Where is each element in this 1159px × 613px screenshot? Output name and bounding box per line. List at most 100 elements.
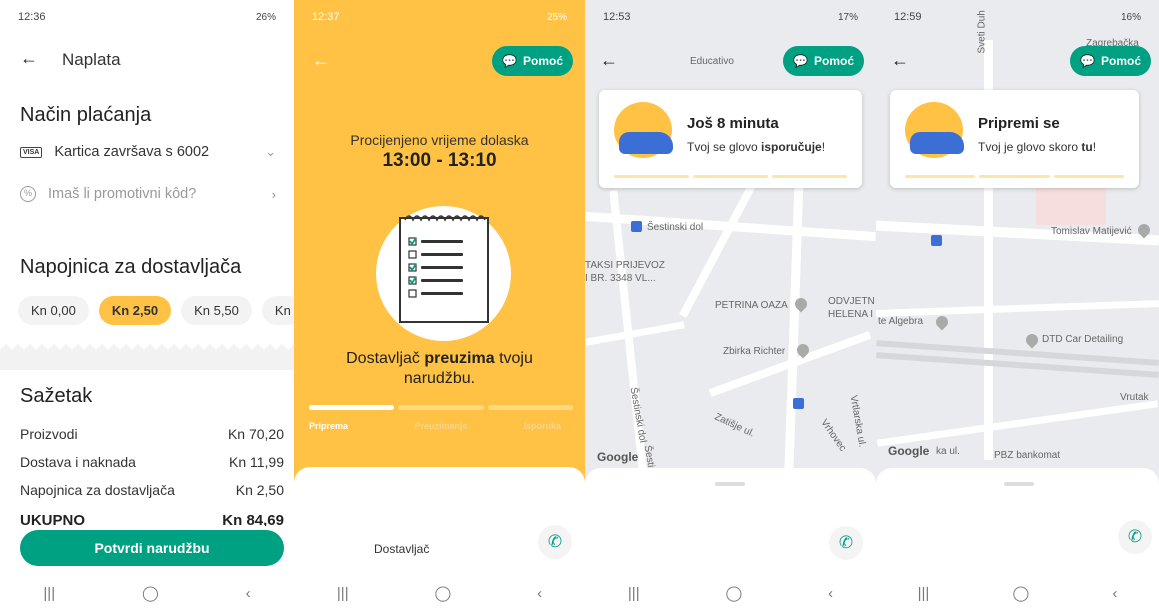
back-icon[interactable]: ‹ bbox=[828, 585, 833, 602]
map-label: Vrtlarska ul. bbox=[847, 394, 868, 449]
phone-icon[interactable]: ✆ bbox=[1118, 520, 1152, 554]
back-icon[interactable]: ‹ bbox=[1112, 585, 1117, 602]
card-subtitle-post: ! bbox=[821, 140, 826, 154]
chevron-right-icon: › bbox=[271, 186, 276, 202]
tip-option-selected[interactable]: Kn 2,50 bbox=[98, 296, 172, 325]
progress-step bbox=[487, 405, 573, 410]
tracking-map-screen: Educativo Šestinski dol TAKSI PRIJEVOZ I… bbox=[585, 0, 876, 613]
confirm-order-button[interactable]: Potvrdi narudžbu bbox=[20, 530, 284, 566]
summary-value: Kn 11,99 bbox=[228, 454, 284, 470]
progress-step bbox=[1053, 175, 1124, 178]
recent-apps-icon[interactable]: ||| bbox=[43, 585, 55, 602]
total-row: UKUPNO Kn 84,69 bbox=[20, 512, 284, 526]
help-button[interactable]: 💬 Pomoć bbox=[783, 46, 864, 76]
battery-level: 17% bbox=[837, 11, 858, 23]
payment-heading: Način plaćanja bbox=[20, 104, 152, 126]
map-label: Zatišje ul. bbox=[712, 411, 757, 440]
help-label: Pomoć bbox=[522, 54, 563, 68]
back-icon[interactable]: ‹ bbox=[246, 585, 251, 602]
home-icon[interactable]: ◯ bbox=[142, 584, 159, 602]
delivery-status-card: Još 8 minuta Tvoj se glovo isporučuje! bbox=[599, 90, 862, 188]
status-bar: 12:53 17% bbox=[585, 0, 876, 34]
map-label: Tomislav Matijević bbox=[1051, 226, 1132, 237]
step-label: Priprema bbox=[309, 421, 349, 431]
promo-code-row[interactable]: % Imaš li promotivni kôd? › bbox=[20, 186, 276, 202]
android-nav-bar: ||| ◯ ‹ bbox=[294, 573, 585, 613]
status-message-bold: preuzima bbox=[424, 350, 495, 367]
map-label: Educativo bbox=[690, 56, 734, 67]
card-subtitle: Tvoj se glovo isporučuje! bbox=[687, 140, 825, 154]
map-label: ODVJETN bbox=[828, 296, 875, 307]
google-logo: Google bbox=[888, 444, 930, 458]
back-arrow-icon[interactable]: ← bbox=[20, 48, 38, 69]
chat-icon: 💬 bbox=[502, 54, 517, 68]
tip-option[interactable]: Kn 0,00 bbox=[18, 296, 89, 325]
bus-stop-icon bbox=[631, 221, 642, 232]
card-label: Kartica završava s 6002 bbox=[54, 144, 210, 160]
total-value: Kn 84,69 bbox=[222, 512, 284, 526]
phone-icon[interactable]: ✆ bbox=[538, 525, 572, 559]
tip-option[interactable]: Kn bbox=[261, 296, 294, 325]
place-pin-icon bbox=[1023, 331, 1041, 349]
checkout-screen: 12:36 26% ← Naplata Način plaćanja VISA … bbox=[0, 0, 294, 613]
google-logo: Google bbox=[597, 450, 639, 464]
chat-icon: 💬 bbox=[793, 54, 808, 68]
map-label: Zbirka Richter bbox=[723, 346, 786, 357]
tip-option[interactable]: Kn 5,50 bbox=[181, 296, 252, 325]
place-pin-icon bbox=[933, 313, 951, 331]
back-arrow-icon[interactable]: ← bbox=[312, 50, 330, 71]
progress-steps bbox=[309, 405, 573, 410]
progress-step bbox=[614, 175, 689, 178]
help-button[interactable]: 💬 Pomoć bbox=[1070, 46, 1151, 76]
map-label: Šestinski dol bbox=[647, 222, 704, 233]
step-label: Preuzimanje bbox=[414, 421, 468, 431]
android-nav-bar: ||| ◯ ‹ bbox=[0, 573, 294, 613]
page-title: Naplata bbox=[62, 50, 121, 69]
map-label: TAKSI PRIJEVOZ bbox=[585, 260, 665, 271]
map-label: PETRINA OAZA bbox=[715, 300, 788, 311]
status-time: 12:53 bbox=[603, 11, 631, 23]
progress-step bbox=[979, 175, 1050, 178]
card-subtitle: Tvoj je glovo skoro tu! bbox=[978, 140, 1096, 154]
map-label: te Algebra bbox=[878, 316, 924, 327]
android-nav-bar: ||| ◯ ‹ bbox=[585, 573, 876, 613]
progress-step bbox=[905, 175, 976, 178]
eta-label: Procijenjeno vrijeme dolaska bbox=[350, 132, 529, 148]
map-label: I BR. 3348 VL... bbox=[585, 273, 656, 284]
status-bar: 12:59 16% bbox=[876, 0, 1159, 34]
summary-label: Dostava i naknada bbox=[20, 454, 136, 470]
progress-step-done bbox=[309, 405, 395, 410]
progress-step-labels: Priprema Preuzimanje Isporuka bbox=[309, 421, 573, 431]
total-label: UKUPNO bbox=[20, 512, 86, 526]
help-button[interactable]: 💬 Pomoć bbox=[492, 46, 573, 76]
card-subtitle-bold: isporučuje bbox=[761, 140, 822, 154]
tip-options: Kn 0,00 Kn 2,50 Kn 5,50 Kn bbox=[18, 296, 294, 325]
payment-method-select[interactable]: VISA Kartica završava s 6002 ⌄ bbox=[20, 144, 276, 160]
recent-apps-icon[interactable]: ||| bbox=[918, 585, 930, 602]
courier-sheet bbox=[294, 467, 585, 579]
eta-time: 13:00 - 13:10 bbox=[382, 150, 497, 171]
back-icon[interactable]: ‹ bbox=[537, 585, 542, 602]
summary-row: Napojnica za dostavljača Kn 2,50 bbox=[20, 482, 284, 498]
step-label: Isporuka bbox=[523, 421, 561, 431]
map-label: PBZ bankomat bbox=[994, 450, 1061, 461]
back-arrow-icon[interactable]: ← bbox=[891, 50, 909, 71]
sheet-handle[interactable] bbox=[715, 482, 745, 486]
recent-apps-icon[interactable]: ||| bbox=[628, 585, 640, 602]
sheet-handle[interactable] bbox=[1004, 482, 1034, 486]
phone-icon[interactable]: ✆ bbox=[829, 526, 863, 560]
bus-stop-icon bbox=[931, 235, 942, 246]
status-message-pre: Dostavljač bbox=[346, 350, 425, 367]
home-icon[interactable]: ◯ bbox=[725, 584, 742, 602]
card-subtitle-pre: Tvoj je glovo skoro bbox=[978, 140, 1082, 154]
home-icon[interactable]: ◯ bbox=[1012, 584, 1029, 602]
delivery-status-card: Pripremi se Tvoj je glovo skoro tu! bbox=[890, 90, 1139, 188]
recent-apps-icon[interactable]: ||| bbox=[337, 585, 349, 602]
map-label: Vrutak bbox=[1120, 392, 1149, 403]
battery-level: 25% bbox=[546, 11, 567, 23]
chat-icon: 💬 bbox=[1080, 54, 1095, 68]
home-icon[interactable]: ◯ bbox=[434, 584, 451, 602]
card-subtitle-post: ! bbox=[1092, 140, 1097, 154]
back-arrow-icon[interactable]: ← bbox=[600, 50, 618, 71]
tip-heading: Napojnica za dostavljača bbox=[20, 256, 242, 278]
